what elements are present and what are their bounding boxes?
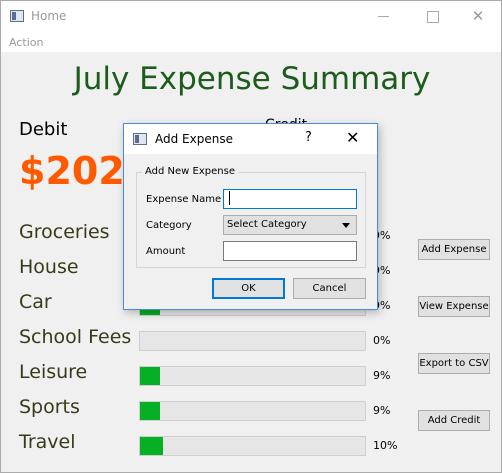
close-button[interactable]: ✕ [455,1,501,32]
dialog-window-icon [133,133,147,145]
category-progress-bar [139,436,366,456]
progress-fill [140,367,160,385]
cancel-button[interactable]: Cancel [293,278,366,299]
category-progress-bar [139,401,366,421]
main-window: Home ✕ Action July Expense Summary Debit… [0,0,502,473]
category-percent: 9% [373,369,391,382]
expense-name-label: Expense Name [146,194,222,205]
ok-button[interactable]: OK [212,278,285,299]
export-csv-button[interactable]: Export to CSV [418,353,490,374]
app-window-icon [10,10,24,22]
maximize-button[interactable] [409,1,455,32]
help-button[interactable]: ? [305,130,312,145]
dialog-title: Add Expense [155,132,233,146]
category-select[interactable]: Select Category [223,215,357,235]
progress-fill [140,402,160,420]
category-percent: 0% [373,334,391,347]
category-selected-value: Select Category [227,219,307,230]
category-progress-bar [139,331,366,351]
category-label: Travel [19,431,76,453]
category-label: School Fees [19,326,132,348]
category-label: Leisure [19,361,88,383]
page-title: July Expense Summary [73,61,431,97]
category-label: House [19,256,79,278]
category-percent: 9% [373,404,391,417]
progress-fill [140,437,163,455]
dialog-close-button[interactable]: ✕ [346,128,359,147]
amount-label: Amount [146,246,186,257]
chevron-down-icon [342,223,350,228]
menu-bar: Action [1,32,501,52]
category-label: Car [19,291,52,313]
minimize-button[interactable] [361,1,407,32]
category-label: Sports [19,396,80,418]
debit-label: Debit [19,119,68,140]
window-title: Home [31,9,67,23]
add-credit-button[interactable]: Add Credit [418,410,490,431]
category-progress-bar [139,366,366,386]
add-expense-dialog: Add Expense ? ✕ Add New Expense Expense … [123,123,378,310]
category-percent: 10% [373,439,398,452]
dialog-title-bar[interactable]: Add Expense ? ✕ [124,124,377,154]
category-label: Category [146,220,192,231]
debit-amount: $202 [19,149,125,193]
group-title: Add New Expense [142,166,238,177]
expense-name-input[interactable] [223,189,357,209]
text-caret [229,191,230,205]
add-expense-button[interactable]: Add Expense [418,239,490,260]
title-bar[interactable]: Home ✕ [1,1,501,32]
category-label: Groceries [19,221,110,243]
amount-input[interactable] [223,241,357,261]
menu-item-action[interactable]: Action [9,36,43,49]
view-expense-button[interactable]: View Expense [418,296,490,317]
